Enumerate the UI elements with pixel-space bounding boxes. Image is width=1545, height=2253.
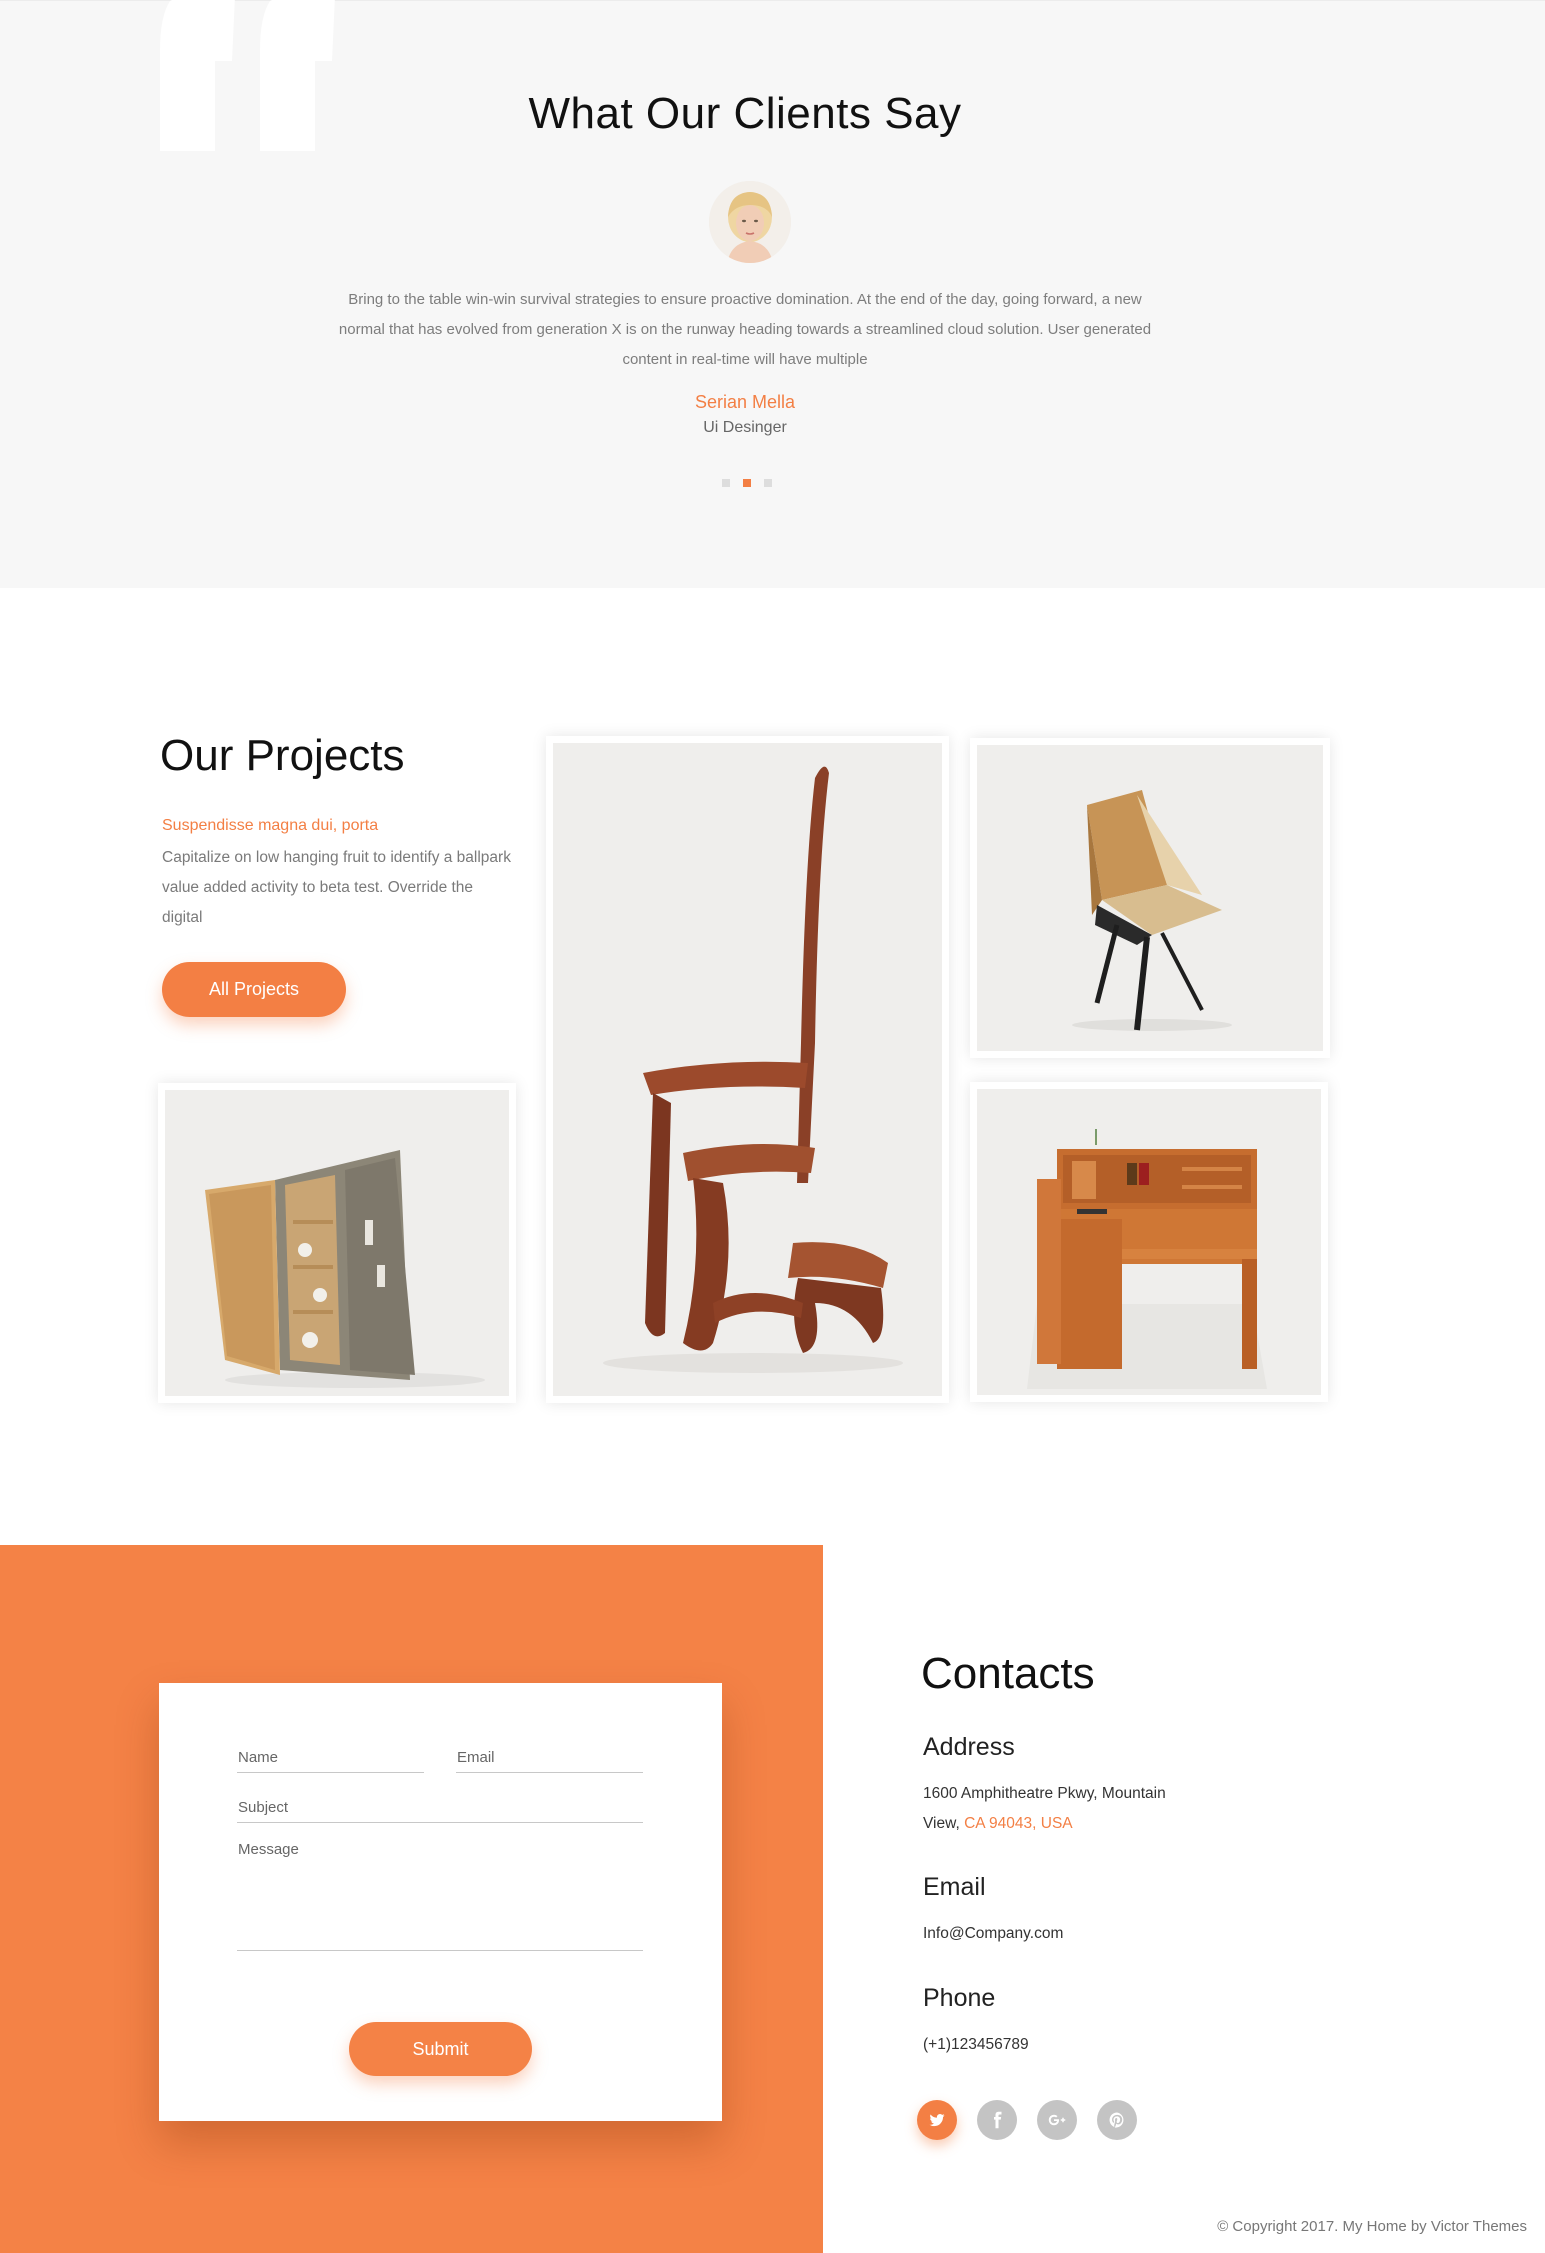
- facebook-icon[interactable]: [977, 2100, 1017, 2140]
- copyright-text: © Copyright 2017. My Home by Victor Them…: [1217, 2218, 1527, 2235]
- address-line-2-prefix: View,: [923, 1815, 965, 1832]
- testimonials-section: What Our Clients Say Bring to the table …: [0, 0, 1545, 588]
- address-line-1: 1600 Amphitheatre Pkwy, Mountain: [923, 1785, 1166, 1802]
- phone-label: Phone: [923, 1984, 996, 2012]
- slider-dot[interactable]: [764, 479, 772, 487]
- message-field[interactable]: Message: [237, 1835, 643, 1951]
- message-placeholder: Message: [238, 1841, 299, 1858]
- email-label: Email: [923, 1873, 986, 1901]
- contact-form: Name Email Subject Message Submit: [159, 1683, 722, 2121]
- address-value: 1600 Amphitheatre Pkwy, Mountain View, C…: [923, 1779, 1166, 1839]
- client-avatar: [709, 181, 791, 263]
- slider-dots: [722, 479, 772, 487]
- twitter-icon[interactable]: [917, 2100, 957, 2140]
- project-card-cabinet[interactable]: [158, 1083, 516, 1403]
- projects-description: Capitalize on low hanging fruit to ident…: [162, 849, 511, 926]
- address-label: Address: [923, 1733, 1015, 1761]
- subject-field[interactable]: Subject: [237, 1789, 643, 1823]
- subject-placeholder: Subject: [238, 1799, 289, 1816]
- testimonial-quote: Bring to the table win-win survival stra…: [338, 291, 1152, 368]
- chair-image: [977, 745, 1323, 1051]
- cabinet-image: [165, 1090, 509, 1396]
- client-role: Ui Desinger: [703, 419, 787, 436]
- slider-dot-active[interactable]: [743, 479, 751, 487]
- google-plus-icon[interactable]: [1037, 2100, 1077, 2140]
- testimonials-title: What Our Clients Say: [528, 89, 962, 138]
- project-card-desk[interactable]: [970, 1082, 1328, 1402]
- slider-dot[interactable]: [722, 479, 730, 487]
- email-value[interactable]: Info@Company.com: [923, 1919, 1063, 1949]
- phone-value[interactable]: (+1)123456789: [923, 2030, 1029, 2060]
- desk-image: [977, 1089, 1321, 1395]
- all-projects-button[interactable]: All Projects: [162, 962, 346, 1017]
- email-placeholder: Email: [457, 1749, 495, 1766]
- projects-subtitle: Suspendisse magna dui, porta: [162, 817, 379, 834]
- email-field[interactable]: Email: [456, 1741, 643, 1773]
- address-line-2: View, CA 94043, USA: [923, 1809, 1166, 1839]
- social-links: [917, 2100, 1137, 2140]
- pinterest-icon[interactable]: [1097, 2100, 1137, 2140]
- projects-title: Our Projects: [160, 731, 405, 780]
- step-stool-image: [553, 743, 942, 1396]
- name-field[interactable]: Name: [237, 1741, 424, 1773]
- project-card-step-stool[interactable]: [546, 736, 949, 1403]
- contacts-title: Contacts: [921, 1649, 1095, 1698]
- address-zip: CA 94043, USA: [964, 1815, 1073, 1832]
- name-placeholder: Name: [238, 1749, 279, 1766]
- client-name: Serian Mella: [694, 392, 796, 412]
- project-card-chair[interactable]: [970, 738, 1330, 1058]
- submit-button[interactable]: Submit: [349, 2022, 532, 2076]
